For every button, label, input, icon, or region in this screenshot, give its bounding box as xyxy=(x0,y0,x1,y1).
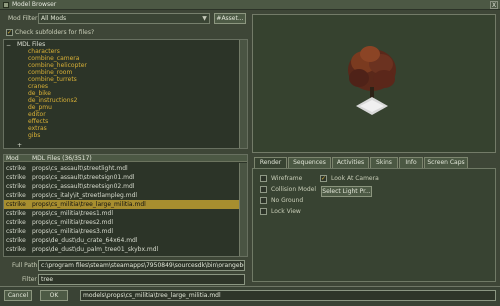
tree-folder-item[interactable]: gibs xyxy=(28,133,40,139)
wireframe-label: Wireframe xyxy=(271,175,303,182)
row-mod: cstrike xyxy=(6,165,26,172)
mod-filter-select[interactable]: All Mods ▼ xyxy=(38,13,210,24)
row-mod: cstrike xyxy=(6,183,26,190)
table-row[interactable]: cstrike props\cs_militia\trees2.mdl xyxy=(4,218,239,227)
tab-info[interactable]: Info xyxy=(399,157,423,168)
mdl-tree-panel[interactable]: − MDL Files characters combine_camera comb… xyxy=(3,39,248,149)
checkmark-icon: ✓ xyxy=(7,29,13,36)
mod-filter-value: All Mods xyxy=(41,15,67,22)
selected-model-path[interactable]: models\props\cs_militia\tree_large_milit… xyxy=(80,290,496,301)
row-mod: cstrike xyxy=(6,237,26,244)
row-path: props\cs_assault\streetlight.mdl xyxy=(32,165,128,172)
row-mod: cstrike xyxy=(6,246,26,253)
table-row[interactable]: cstrike props\cs_assault\streetsign02.mdl xyxy=(4,182,239,191)
files-table: Mod MDL Files (36/3517) cstrike props\cs_… xyxy=(3,154,248,257)
collision-model-label: Collision Model xyxy=(271,186,317,193)
ok-button[interactable]: OK xyxy=(40,290,68,301)
model-viewport[interactable] xyxy=(252,14,496,153)
chevron-down-icon: ▼ xyxy=(202,15,207,22)
wireframe-checkbox[interactable] xyxy=(260,175,267,182)
row-path: props\cs_militia\trees1.mdl xyxy=(32,210,113,217)
close-icon[interactable]: X xyxy=(490,1,498,9)
row-path: props\cs_militia\trees3.mdl xyxy=(32,228,113,235)
row-path: props\de_dust\du_crate_64x64.mdl xyxy=(32,237,138,244)
filter-field[interactable]: tree xyxy=(38,274,245,285)
collision-model-checkbox[interactable] xyxy=(260,186,267,193)
no-ground-checkbox[interactable] xyxy=(260,197,267,204)
look-at-camera-checkbox[interactable]: ✓ xyxy=(320,175,327,182)
files-table-header: Mod MDL Files (36/3517) xyxy=(4,155,247,162)
tree-model-render xyxy=(348,46,396,115)
row-mod: cstrike xyxy=(6,219,26,226)
table-row[interactable]: cstrike props\cs_militia\trees1.mdl xyxy=(4,209,239,218)
asset-button[interactable]: #Asset... xyxy=(214,13,246,24)
table-row[interactable]: cstrike props\de_dust\du_crate_64x64.mdl xyxy=(4,236,239,245)
full-path-field[interactable]: c:\program files\steam\steamapps\7950849… xyxy=(38,260,245,271)
mod-filter-label: Mod Filter xyxy=(8,15,38,22)
cancel-button[interactable]: Cancel xyxy=(4,290,32,301)
check-subfolders-label: Check subfolders for files? xyxy=(15,29,95,36)
row-mod: cstrike xyxy=(6,210,26,217)
table-row[interactable]: cstrike props\de_dust\du_palm_tree01_skyb… xyxy=(4,245,239,254)
row-path: props\cs_militia\trees2.mdl xyxy=(32,219,113,226)
table-row[interactable]: cstrike props\cs_assault\streetsign01.mdl xyxy=(4,173,239,182)
table-row[interactable]: cstrike props\cs_italy\it_streetlampleg.m… xyxy=(4,191,239,200)
full-path-label: Full Path xyxy=(12,262,38,269)
no-ground-label: No Ground xyxy=(271,197,304,204)
row-path: props\cs_militia\tree_large_militia.mdl xyxy=(32,201,146,208)
tab-skins[interactable]: Skins xyxy=(370,157,398,168)
table-row[interactable]: cstrike props\cs_militia\trees3.mdl xyxy=(4,227,239,236)
look-at-camera-label: Look At Camera xyxy=(331,175,379,182)
tab-activities[interactable]: Activities xyxy=(332,157,369,168)
lock-view-checkbox[interactable] xyxy=(260,208,267,215)
select-light-button[interactable]: Select Light Pr... xyxy=(321,186,372,197)
row-mod: cstrike xyxy=(6,192,26,199)
filter-label: Filter xyxy=(22,276,37,283)
plus-icon[interactable]: + xyxy=(17,142,24,149)
table-row[interactable]: cstrike props\cs_militia\tree_large_milit… xyxy=(4,200,239,209)
tree-scrollbar[interactable] xyxy=(239,40,247,148)
lock-view-label: Lock View xyxy=(271,208,301,215)
row-path: props\cs_assault\streetsign01.mdl xyxy=(32,174,135,181)
tab-sequences[interactable]: Sequences xyxy=(288,157,331,168)
window-titlebar xyxy=(0,0,500,10)
table-row[interactable]: cstrike props\cs_assault\streetlight.mdl xyxy=(4,164,239,173)
row-mod: cstrike xyxy=(6,228,26,235)
tab-screen-caps[interactable]: Screen Caps xyxy=(424,157,468,168)
row-path: props\cs_italy\it_streetlampleg.mdl xyxy=(32,192,138,199)
col-files-header[interactable]: MDL Files (36/3517) xyxy=(32,155,92,162)
row-mod: cstrike xyxy=(6,201,26,208)
checkmark-icon: ✓ xyxy=(321,175,327,182)
app-icon xyxy=(3,2,9,8)
window-title: Model Browser xyxy=(12,1,57,8)
render-panel: Wireframe Collision Model No Ground Lock… xyxy=(252,168,496,282)
minus-icon[interactable]: − xyxy=(6,42,13,49)
row-mod: cstrike xyxy=(6,174,26,181)
row-path: props\de_dust\du_palm_tree01_skybx.mdl xyxy=(32,246,159,253)
check-subfolders-checkbox[interactable]: ✓ xyxy=(6,29,13,36)
tab-render[interactable]: Render xyxy=(254,157,287,168)
row-path: props\cs_assault\streetsign02.mdl xyxy=(32,183,135,190)
col-mod-header[interactable]: Mod xyxy=(6,155,19,162)
files-scrollbar[interactable] xyxy=(239,163,247,256)
